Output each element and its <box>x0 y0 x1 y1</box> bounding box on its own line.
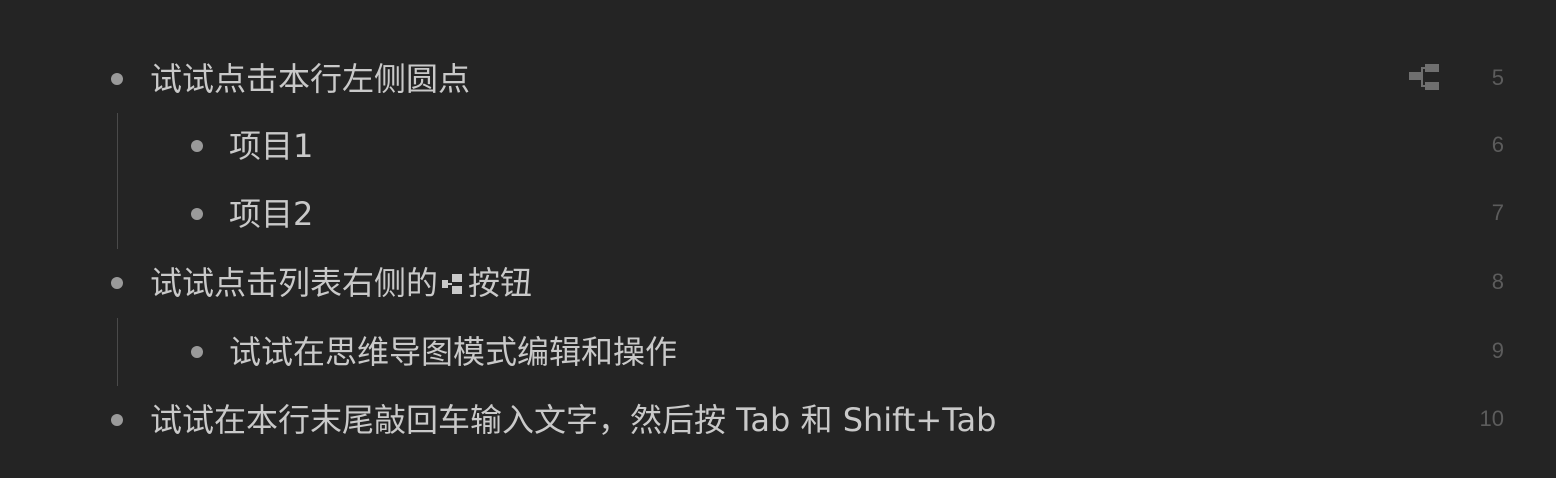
row-text[interactable]: 试试点击本行左侧圆点 <box>150 59 470 99</box>
line-number: 8 <box>1491 269 1504 294</box>
outline-row: 试试点击本行左侧圆点 5 <box>0 44 1556 112</box>
outline-row: 试试点击列表右侧的 按钮 8 <box>0 250 1556 318</box>
row-bullet[interactable] <box>191 346 203 358</box>
line-number: 9 <box>1491 338 1504 363</box>
line-number: 7 <box>1491 200 1504 225</box>
outline-row: 项目1 6 <box>0 113 1556 181</box>
mindmap-icon <box>1409 64 1439 90</box>
outline-row: 试试在本行末尾敲回车输入文字，然后按 Tab 和 Shift+Tab 10 <box>0 386 1556 454</box>
row-text[interactable]: 试试点击列表右侧的 按钮 <box>150 263 532 303</box>
row-bullet[interactable] <box>191 208 203 220</box>
row-text[interactable]: 试试在本行末尾敲回车输入文字，然后按 Tab 和 Shift+Tab <box>150 400 996 440</box>
row-text[interactable]: 项目1 <box>229 126 313 166</box>
mindmap-button[interactable] <box>1409 62 1441 94</box>
row-bullet[interactable] <box>111 73 123 85</box>
row-bullet[interactable] <box>191 140 203 152</box>
mindmap-icon <box>442 265 464 294</box>
outline-row: 项目2 7 <box>0 181 1556 249</box>
outline-editor: 试试点击本行左侧圆点 5 项目1 6 项目2 7 试试点击列表右侧的 按钮 8 … <box>0 0 1556 478</box>
row-bullet[interactable] <box>111 414 123 426</box>
row-text[interactable]: 项目2 <box>229 194 313 234</box>
row-text-after: 按钮 <box>468 264 533 302</box>
outline-row: 试试在思维导图模式编辑和操作 9 <box>0 318 1556 386</box>
line-number: 10 <box>1479 406 1504 431</box>
line-number: 6 <box>1491 132 1504 157</box>
row-text[interactable]: 试试在思维导图模式编辑和操作 <box>229 332 677 372</box>
row-bullet[interactable] <box>111 277 123 289</box>
row-text-before: 试试点击列表右侧的 <box>150 264 439 302</box>
line-number: 5 <box>1491 65 1504 90</box>
